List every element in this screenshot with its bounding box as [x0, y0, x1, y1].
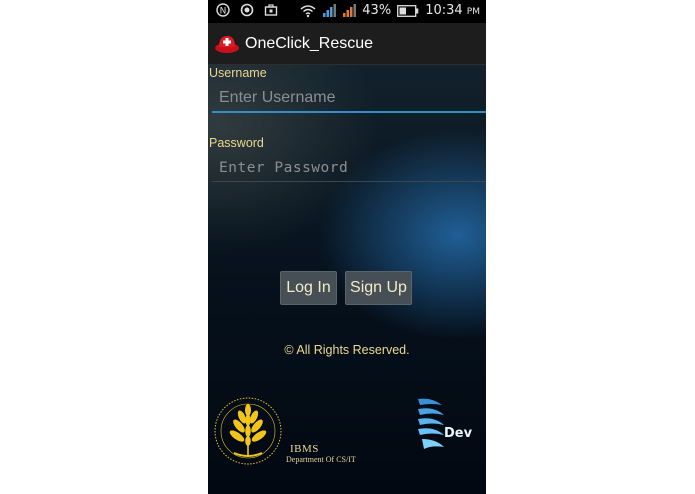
login-screen: Username Password Log In Sign Up © All R…: [208, 65, 486, 494]
username-input[interactable]: [212, 85, 486, 113]
clock-time: 10:34: [425, 3, 463, 18]
ibms-department-text: IBMS Department Of CS/IT: [286, 443, 356, 464]
battery-percent: 43%: [362, 3, 392, 18]
devs-logo: Devs: [418, 398, 472, 449]
wifi-icon: [300, 4, 316, 17]
university-wheat-logo: [214, 397, 282, 465]
ibms-title: IBMS: [290, 443, 319, 455]
svg-text:N: N: [220, 7, 227, 17]
password-input[interactable]: [212, 155, 486, 182]
battery-icon: [397, 4, 419, 17]
rescue-helmet-icon[interactable]: [214, 33, 240, 55]
password-label: Password: [209, 136, 264, 150]
devs-label: Devs: [444, 426, 472, 441]
signal-icon-2: [343, 3, 357, 17]
status-bar: N 43% 10:34 PM: [208, 0, 486, 23]
record-icon: [240, 3, 254, 17]
login-button[interactable]: Log In: [280, 271, 337, 305]
username-label: Username: [209, 66, 267, 80]
notification-n-icon: N: [216, 3, 230, 17]
action-bar: OneClick_Rescue: [208, 23, 486, 65]
briefcase-icon: [264, 4, 278, 16]
signal-icon: [323, 3, 337, 17]
ibms-dept: Department Of CS/IT: [286, 455, 356, 464]
signup-button[interactable]: Sign Up: [345, 271, 412, 305]
phone-screen: N 43% 10:34 PM OneClick_Rescue Username …: [208, 0, 486, 494]
clock-ampm: PM: [466, 7, 480, 17]
clock: 10:34 PM: [425, 3, 480, 18]
app-title: OneClick_Rescue: [245, 34, 374, 52]
copyright-text: © All Rights Reserved.: [284, 343, 410, 357]
